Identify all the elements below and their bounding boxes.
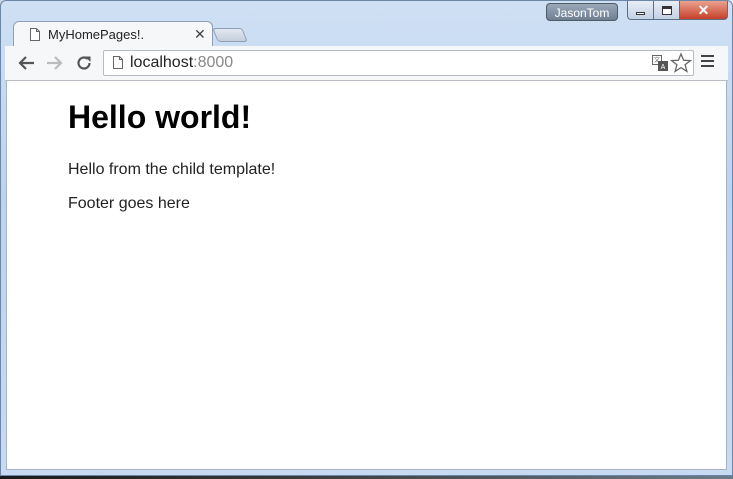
minimize-icon [636, 11, 645, 15]
tab-active[interactable]: MyHomePages!. ✕ [13, 21, 213, 47]
menu-icon[interactable] [701, 55, 715, 71]
page-viewport: Hello world! Hello from the child templa… [6, 81, 727, 470]
svg-text:A: A [661, 64, 666, 71]
reload-button[interactable] [73, 52, 95, 74]
close-window-button[interactable]: ✕ [680, 1, 728, 20]
browser-window: JasonTom ✕ MyHomePages!. ✕ localhost:800… [0, 0, 733, 476]
minimize-button[interactable] [627, 1, 654, 20]
tab-close-icon[interactable]: ✕ [194, 26, 206, 43]
close-icon: ✕ [697, 1, 710, 18]
new-tab-button[interactable] [212, 28, 248, 42]
page-heading: Hello world! [68, 99, 252, 135]
address-bar[interactable]: localhost:8000 A 文 [103, 50, 694, 76]
star-icon[interactable] [670, 52, 692, 74]
translate-icon[interactable]: A 文 [652, 55, 668, 71]
page-icon [113, 56, 123, 69]
browser-toolbar: localhost:8000 A 文 [5, 46, 728, 81]
url-host: localhost [130, 54, 194, 71]
page-footer-text: Footer goes here [68, 195, 190, 212]
forward-button[interactable] [43, 52, 65, 74]
page-body-text: Hello from the child template! [68, 161, 276, 178]
tab-title: MyHomePages!. [48, 27, 145, 42]
forward-arrow-icon [47, 56, 63, 70]
maximize-button[interactable] [654, 1, 680, 20]
url-text: localhost:8000 [130, 54, 233, 72]
maximize-icon [661, 5, 672, 15]
back-button[interactable] [16, 52, 38, 74]
page-icon [30, 28, 40, 41]
window-controls: ✕ [627, 1, 729, 21]
url-port: :8000 [193, 54, 234, 71]
reload-icon [77, 56, 91, 70]
svg-text:文: 文 [654, 56, 660, 64]
profile-badge[interactable]: JasonTom [546, 3, 618, 21]
back-arrow-icon [18, 56, 34, 70]
